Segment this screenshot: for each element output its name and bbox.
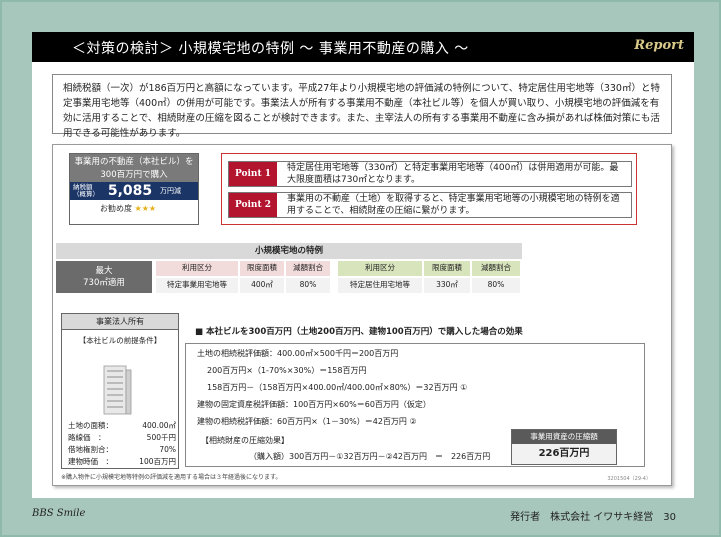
building-icon — [103, 365, 132, 415]
fact-value: 400.00㎡ — [142, 421, 176, 430]
fact-key: 建物時価 ： — [68, 457, 113, 466]
fact-key: 借地権割合： — [68, 445, 113, 454]
point-tag: Point 1 — [229, 162, 277, 186]
case-title: 事業用の不動産（本社ビル）を300百万円で購入 — [70, 154, 198, 182]
footer-brand: BBS Smile — [32, 508, 86, 519]
calc-line: 200百万円×（1-70%×30%）＝158百万円 — [207, 366, 367, 375]
tax-reduction: 納税額（概算） 5,085 万円減 — [70, 182, 198, 200]
calc-heading: ■ 本社ビルを300百万円（土地200百万円、建物100百万円）で購入した場合の… — [195, 327, 523, 337]
table-header: 限度面積 — [424, 261, 470, 276]
star-icon: ★★★ — [134, 204, 157, 213]
point-2: Point 2 事業用の不動産（土地）を取得すると、特定事業用宅地等の小規模宅地… — [228, 192, 632, 218]
fact-row: 建物時価 ： 100百万円 — [68, 456, 176, 468]
footer-publisher: 発行者 株式会社 イワサキ経営 30 — [510, 512, 676, 523]
table-cell: 特定事業用宅地等 — [156, 278, 238, 293]
main-panel: 事業用の不動産（本社ビル）を300百万円で購入 納税額（概算） 5,085 万円… — [52, 144, 672, 486]
exemption-table: 利用区分 限度面積 減額割合 利用区分 限度面積 減額割合 特定事業用宅地等 4… — [156, 261, 522, 293]
calc-line: 158百万円－（158百万円×400.00㎡/400.00㎡×80%）＝32百万… — [207, 383, 468, 392]
table-header: 利用区分 — [338, 261, 422, 276]
recommendation: お勧め度 ★★★ — [70, 200, 198, 214]
max-label: 最大 — [95, 266, 113, 276]
tax-label: 納税額（概算） — [73, 183, 99, 198]
fact-row: 借地権割合： 70% — [68, 444, 176, 456]
company-facts: 土地の面積： 400.00㎡ 路線価 ： 500千円 借地権割合： 70% 建物時価 … — [68, 420, 176, 468]
table-cell: 400㎡ — [240, 278, 284, 293]
company-condition: 【本社ビルの前提条件】 — [78, 336, 162, 345]
point-text: 事業用の不動産（土地）を取得すると、特定事業用宅地等の小規模宅地の特例を適用する… — [287, 194, 620, 216]
table-header: 利用区分 — [156, 261, 238, 276]
tax-unit: 万円減 — [160, 187, 181, 195]
point-tag: Point 2 — [229, 193, 277, 217]
calc-line: 建物の固定資産税評価額：100百万円×60%＝60百万円（仮定） — [197, 400, 431, 409]
fact-key: 土地の面積： — [68, 421, 113, 430]
point-text: 特定居住用宅地等（330㎡）と特定事業用宅地等（400㎡）は併用適用が可能。最大… — [287, 163, 619, 185]
table-header: 限度面積 — [240, 261, 284, 276]
company-box: 事業法人所有 【本社ビルの前提条件】 土地の面積： 400.00㎡ 路線価 ： 50… — [61, 313, 179, 469]
max-value: 730㎡適用 — [83, 278, 125, 288]
table-header: 減額割合 — [286, 261, 330, 276]
table-cell: 80% — [472, 278, 520, 293]
footer: BBS Smile 発行者 株式会社 イワサキ経営 30 — [32, 506, 694, 524]
calc-line: 土地の相続税評価額：400.00㎡×500千円＝200百万円 — [197, 349, 399, 358]
table-caption: 小規模宅地の特例 — [56, 243, 522, 259]
fact-row: 路線価 ： 500千円 — [68, 432, 176, 444]
points-box: Point 1 特定居住用宅地等（330㎡）と特定事業用宅地等（400㎡）は併用… — [221, 153, 637, 225]
recommend-label: お勧め度 — [100, 204, 132, 213]
doc-code: 3201504（29-4） — [607, 476, 651, 482]
intro-text: 相続税額（一次）が186百万円と高額になっています。平成27年より小規模宅地の評… — [52, 74, 672, 139]
report-badge: Report — [634, 38, 684, 53]
case-summary: 事業用の不動産（本社ビル）を300百万円で購入 納税額（概算） 5,085 万円… — [69, 153, 199, 225]
fact-key: 路線価 ： — [68, 433, 106, 442]
max-area-cell: 最大 730㎡適用 — [56, 261, 152, 293]
table-cell: 特定居住用宅地等 — [338, 278, 422, 293]
fact-value: 100百万円 — [139, 457, 176, 466]
table-header: 減額割合 — [472, 261, 520, 276]
point-1: Point 1 特定居住用宅地等（330㎡）と特定事業用宅地等（400㎡）は併用… — [228, 161, 632, 187]
table-cell: 330㎡ — [424, 278, 470, 293]
fact-value: 500千円 — [146, 433, 176, 442]
calc-line: 建物の相続税評価額：60百万円×（1－30%）＝42百万円 ② — [197, 417, 417, 426]
result-value: 226百万円 — [512, 444, 616, 464]
page-frame: ＜対策の検討＞ 小規模宅地の特例 〜 事業用不動産の購入 〜 Report 相続… — [0, 0, 721, 537]
company-title: 事業法人所有 — [62, 314, 178, 330]
table-cell: 80% — [286, 278, 330, 293]
fact-row: 土地の面積： 400.00㎡ — [68, 420, 176, 432]
result-label: 事業用資産の圧縮額 — [512, 430, 616, 444]
title-bar: ＜対策の検討＞ 小規模宅地の特例 〜 事業用不動産の購入 〜 Report — [32, 32, 694, 62]
result-box: 事業用資産の圧縮額 226百万円 — [511, 429, 617, 465]
calc-line: （購入額）300百万円－①32百万円－②42百万円 ＝ 226百万円 — [249, 452, 491, 461]
footnote: ※購入物件に小規模宅地等特例の評価減を適用する場合は３年経過後になります。 — [61, 474, 282, 481]
content-area: 相続税額（一次）が186百万円と高額になっています。平成27年より小規模宅地の評… — [32, 62, 694, 498]
fact-value: 70% — [159, 445, 176, 454]
calc-line: 【相続財産の圧縮効果】 — [201, 436, 289, 445]
page-title: ＜対策の検討＞ 小規模宅地の特例 〜 事業用不動産の購入 〜 — [72, 41, 469, 57]
tax-amount: 5,085 — [107, 183, 153, 199]
